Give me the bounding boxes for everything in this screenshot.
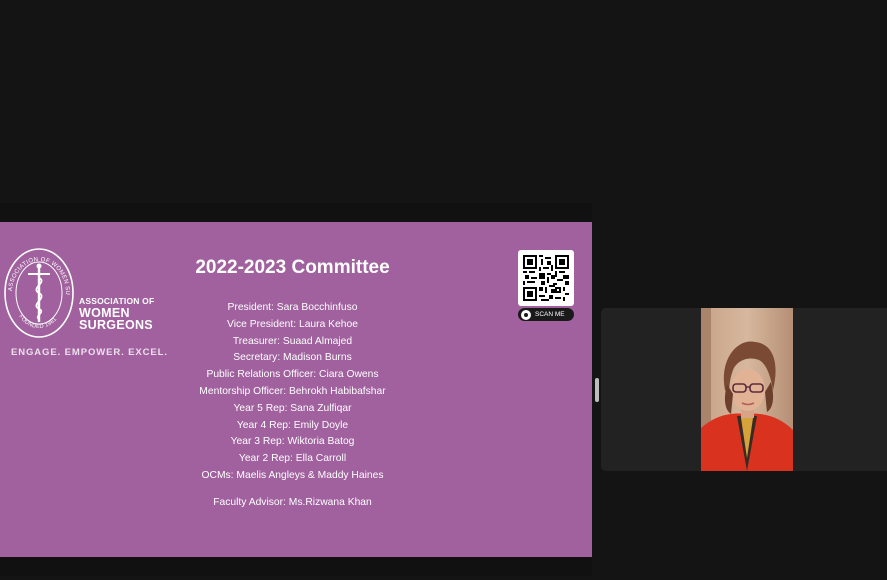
faculty-advisor: Faculty Advisor: Ms.Rizwana Khan (213, 497, 372, 508)
committee-member: President: Sara Bocchinfuso (227, 302, 358, 313)
splitter-handle[interactable] (595, 378, 599, 402)
committee-member: Public Relations Officer: Ciara Owens (206, 369, 379, 381)
committee-member: OCMs: Maelis Angleys & Maddy Haines (201, 469, 384, 481)
presentation-slide: ASSOCIATION OF WOMEN SURGEONS FOUNDED 19… (0, 222, 592, 557)
committee-member: Year 2 Rep: Ella Carroll (238, 453, 347, 465)
slide-title: 2022-2023 Committee (195, 257, 390, 278)
committee-member: Treasurer: Suaad Almajed (232, 335, 353, 347)
scan-me-badge: SCAN ME (518, 308, 574, 321)
committee-list: President: Sara Bocchinfuso Vice Preside… (150, 300, 435, 485)
committee-member: Vice President: Laura Kehoe (227, 318, 358, 330)
aws-logo-seal: ASSOCIATION OF WOMEN SURGEONS FOUNDED 19… (2, 246, 74, 338)
committee-member: Year 5 Rep: Sana Zulfiqar (233, 402, 352, 414)
committee-member: Year 3 Rep: Wiktoria Batog (230, 436, 355, 448)
svg-text:ASSOCIATION OF WOMEN SURGEONS: ASSOCIATION OF WOMEN SURGEONS (2, 246, 70, 295)
screen-share-area: ASSOCIATION OF WOMEN SURGEONS FOUNDED 19… (0, 203, 592, 576)
participant-image (701, 308, 793, 471)
participant-video-feed (701, 308, 793, 471)
camera-icon (521, 309, 531, 320)
committee-member: Mentorship Officer: Behrokh Habibafshar (199, 385, 386, 397)
logo-word-line3: SURGEONS (79, 318, 153, 332)
logo-tagline: ENGAGE. EMPOWER. EXCEL. (11, 347, 168, 358)
participant-video-tile[interactable] (601, 308, 887, 471)
logo-ring-text: ASSOCIATION OF WOMEN SURGEONS (2, 246, 70, 295)
qr-code-icon (518, 250, 574, 306)
committee-member: Secretary: Madison Burns (233, 352, 352, 364)
aws-logo-wordmark: ASSOCIATION OF WOMEN SURGEONS (79, 295, 154, 331)
committee-member: Year 4 Rep: Emily Doyle (236, 419, 349, 431)
scan-me-label: SCAN ME (535, 311, 565, 318)
